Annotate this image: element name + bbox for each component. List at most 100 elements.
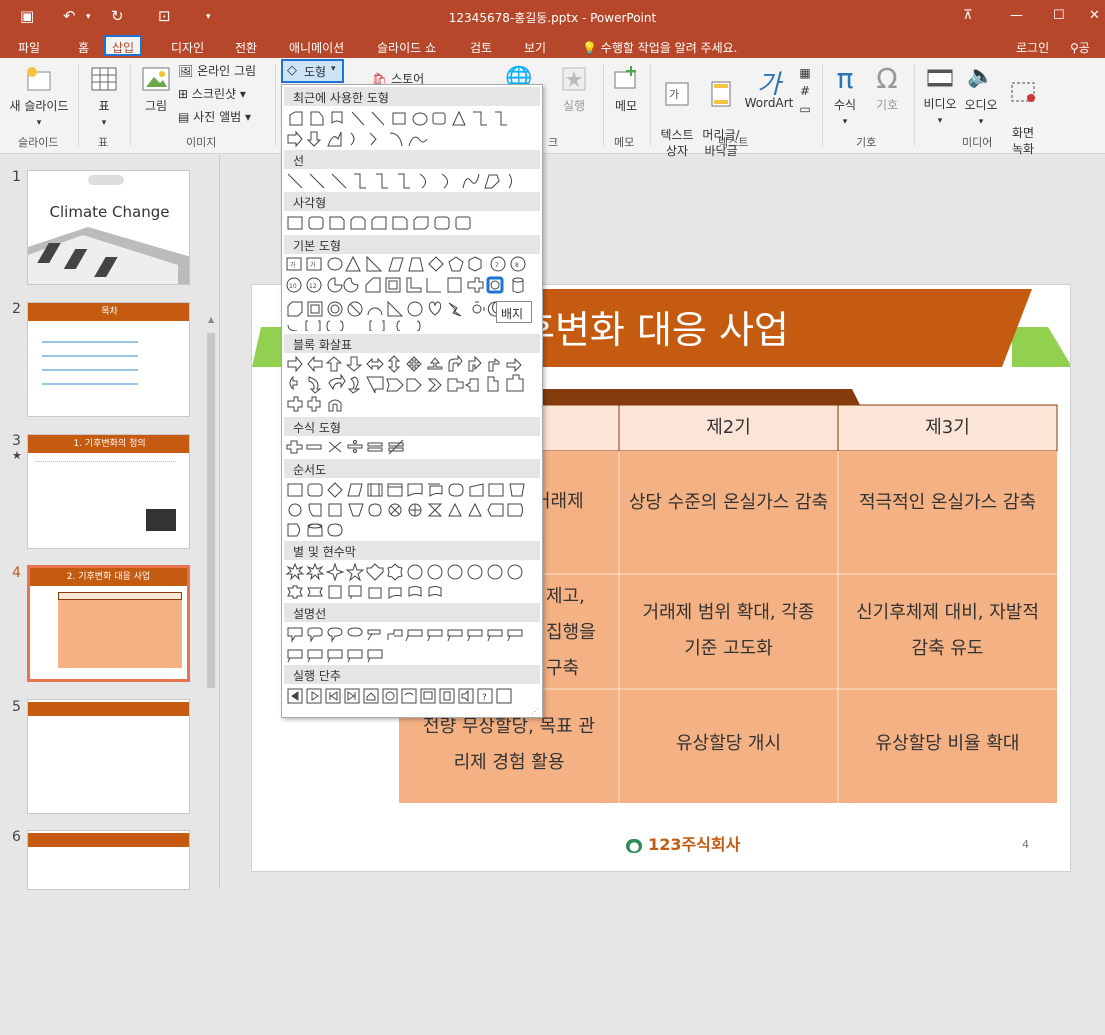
resize-grip-icon[interactable]: ⋰: [531, 707, 539, 716]
tab-view[interactable]: 보기: [518, 37, 552, 58]
tab-animations[interactable]: 애니메이션: [283, 37, 350, 58]
maximize-icon[interactable]: ☐: [1053, 8, 1065, 23]
table-cell: 상당 수준의 온실가스 감축: [628, 492, 829, 513]
photo-album-label: 사진 앨범: [193, 110, 242, 124]
tab-slideshow[interactable]: 슬라이드 쇼: [371, 37, 442, 58]
table-label: 표: [98, 99, 110, 113]
slide-thumbnail-5[interactable]: [27, 699, 190, 814]
online-picture-icon: 🖼: [178, 64, 194, 78]
tab-insert[interactable]: 삽입: [104, 35, 143, 56]
screen-record-button[interactable]: 화면 녹화: [1004, 64, 1042, 157]
textbox-button[interactable]: 가 텍스트 상자: [656, 64, 698, 159]
group-media-label: 미디어: [962, 136, 993, 149]
slide2-title: 목차: [28, 303, 189, 321]
section-recent-shapes: 최근에 사용한 도형: [284, 87, 540, 106]
slide-number-icon[interactable]: #: [796, 82, 814, 100]
table-button[interactable]: 표 ▾: [86, 64, 122, 128]
header-footer-icon: [711, 81, 731, 107]
slide-thumbnail-3[interactable]: 1. 기후변화의 정의: [27, 434, 190, 549]
action-star-icon: [562, 67, 586, 91]
tab-design[interactable]: 디자인: [165, 37, 210, 58]
login-link[interactable]: 로그인: [1010, 37, 1055, 58]
online-picture-button[interactable]: 🖼 온라인 그림: [178, 62, 256, 79]
screenshot-button[interactable]: ⊞ 스크린샷 ▾: [178, 85, 246, 102]
object-icon[interactable]: ▭: [796, 100, 814, 118]
tab-file[interactable]: 파일: [12, 37, 46, 58]
shapes-button[interactable]: ◇ 도형 ▾: [281, 59, 344, 83]
animation-star-icon: ★: [12, 449, 22, 462]
wordart-icon: 가: [757, 70, 781, 100]
audio-button[interactable]: 🔈 오디오 ▾: [962, 64, 1000, 127]
ribbon-display-options-icon[interactable]: ⊼: [963, 8, 973, 23]
slide-number-5: 5: [12, 699, 21, 715]
person-icon: ⚲: [1070, 41, 1079, 55]
minimize-icon[interactable]: —: [1010, 8, 1023, 23]
slide-number-1: 1: [12, 169, 21, 185]
shape-row-callouts[interactable]: [285, 624, 541, 664]
shape-row-rectangles[interactable]: [285, 213, 541, 233]
table-icon: [91, 67, 117, 91]
tab-transitions[interactable]: 전환: [229, 37, 263, 58]
tab-review[interactable]: 검토: [464, 37, 498, 58]
wordart-button[interactable]: 가 WordArt: [744, 64, 794, 110]
close-icon[interactable]: ✕: [1089, 8, 1100, 23]
title-bar: ▣ ↶ ▾ ↻ ⊡ ▾ 12345678-홍길동.pptx - PowerPoi…: [0, 0, 1105, 34]
thumbnail-scrollbar[interactable]: ▲: [206, 315, 216, 1035]
comment-button[interactable]: 메모: [610, 64, 642, 114]
new-slide-label: 새 슬라이드: [9, 99, 69, 113]
section-basic-shapes: 기본 도형: [284, 235, 540, 254]
symbol-button[interactable]: Ω 기호: [870, 62, 904, 113]
slide-thumbnail-1[interactable]: Climate Change: [27, 170, 190, 285]
symbol-label: 기호: [875, 98, 899, 112]
shape-row-stars[interactable]: [285, 562, 541, 602]
tell-me-text: 수행할 작업을 알려 주세요.: [600, 41, 738, 55]
shape-row-action-buttons[interactable]: ?: [285, 686, 541, 706]
photo-album-button[interactable]: ▤ 사진 앨범 ▾: [178, 108, 251, 125]
group-separator: [603, 64, 604, 146]
picture-button[interactable]: 그림: [138, 64, 174, 114]
section-callouts: 설명선: [284, 603, 540, 622]
slide-number-6: 6: [12, 829, 21, 845]
shape-row-lines[interactable]: [285, 171, 541, 191]
share-button[interactable]: ⚲공유: [1064, 37, 1105, 72]
slide6-title-bar: [28, 833, 189, 847]
group-separator: [822, 64, 823, 146]
table-cell: 제고, 집행을 구축: [546, 586, 596, 679]
tab-home[interactable]: 홈: [72, 37, 95, 58]
shape-row-recent[interactable]: [285, 109, 541, 149]
shape-row-flowchart[interactable]: [285, 480, 541, 540]
shapes-icon: ◇: [287, 63, 297, 78]
tell-me-box[interactable]: 💡 수행할 작업을 알려 주세요.: [576, 37, 743, 58]
section-flowchart: 순서도: [284, 459, 540, 478]
slide3-body-mini: [36, 461, 176, 541]
equation-button[interactable]: π 수식 ▾: [828, 62, 862, 127]
shape-row-block-arrows[interactable]: [285, 355, 541, 415]
company-logo: ● 123주식회사: [626, 831, 740, 855]
table-cell: 적극적인 온실가스 감축: [858, 492, 1037, 513]
section-lines: 선: [284, 150, 540, 169]
shapes-label: 도형: [304, 65, 327, 79]
section-stars-banners: 별 및 현수막: [284, 541, 540, 560]
toc-list-mini: [42, 333, 138, 403]
slide-thumbnail-2[interactable]: 목차: [27, 302, 190, 417]
slide-thumbnail-4[interactable]: 2. 기후변화 대응 사업: [27, 565, 190, 682]
new-slide-button[interactable]: 새 슬라이드 ▾: [6, 64, 72, 128]
ribbon: 새 슬라이드 ▾ 슬라이드 표 ▾ 표 그림 🖼 온라인 그림 ⊞ 스크린샷 ▾ ▤…: [0, 58, 1105, 158]
screen-record-icon: [1011, 82, 1035, 102]
chevron-down-icon: ▾: [331, 64, 336, 74]
shape-row-equation[interactable]: [285, 438, 541, 458]
section-equation-shapes: 수식 도형: [284, 417, 540, 436]
section-block-arrows: 블록 화살표: [284, 334, 540, 353]
table-cell: 신기후체제 대비, 자발적 감축 유도: [856, 602, 1039, 659]
slide-thumbnail-6[interactable]: [27, 830, 190, 890]
window-title: 12345678-홍길동.pptx - PowerPoint: [448, 11, 657, 25]
slide-number-4: 4: [12, 565, 21, 581]
equation-label: 수식: [833, 98, 857, 112]
table-header-2: 제2기: [706, 417, 751, 438]
video-button[interactable]: 비디오 ▾: [920, 64, 960, 126]
group-text-label: 텍스트: [718, 136, 749, 149]
date-time-icon[interactable]: ▦: [796, 64, 814, 82]
group-links-label: 크: [548, 136, 559, 149]
company-logo-text: 123주식회사: [648, 835, 741, 854]
action-button[interactable]: 실행: [557, 66, 591, 114]
